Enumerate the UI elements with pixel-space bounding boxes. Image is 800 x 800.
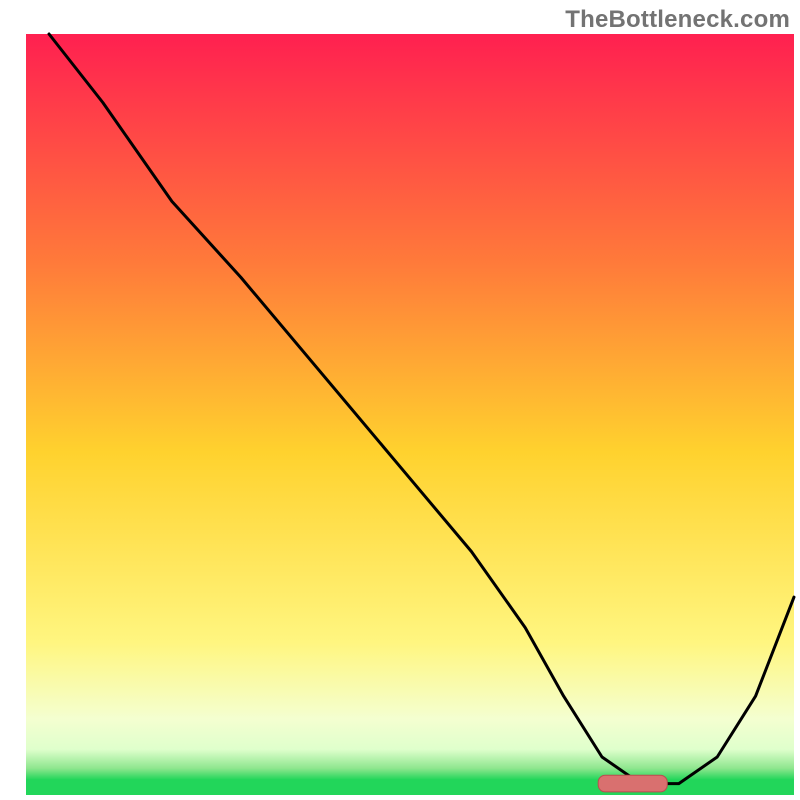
chart-container: TheBottleneck.com [0,0,800,800]
bottleneck-chart [0,0,800,800]
plot-background-gradient [26,34,794,795]
optimal-range-marker [598,775,667,792]
